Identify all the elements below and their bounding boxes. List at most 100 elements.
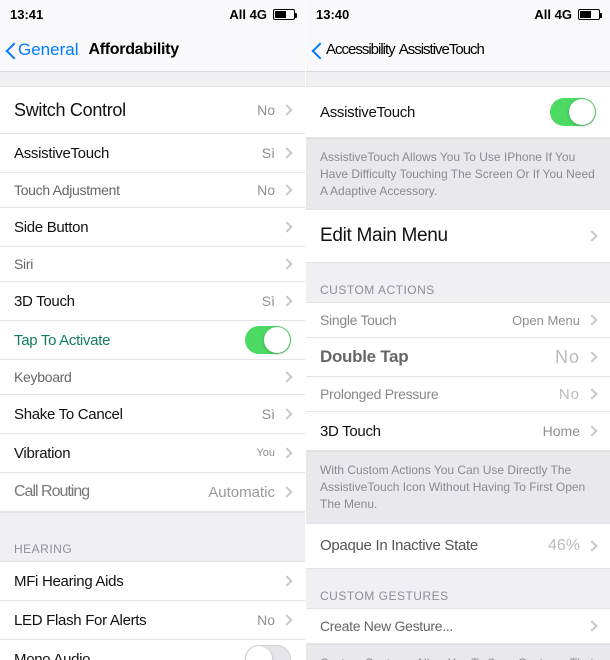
chevron-right-icon (586, 389, 597, 400)
row-keyboard[interactable]: Keyboard (0, 359, 305, 395)
nav-bar: General Affordability (0, 28, 305, 72)
clock: 13:40 (316, 7, 349, 22)
settings-list: AssistiveTouch AssistiveTouch Allows You… (306, 72, 610, 660)
hearing-header: HEARING (0, 530, 305, 562)
label: Vibration (14, 445, 70, 462)
label: Call Routing (14, 483, 89, 501)
label: Single Touch (320, 312, 396, 328)
chevron-right-icon (586, 315, 597, 326)
row-vibration[interactable]: Vibration You (0, 433, 305, 473)
chevron-right-icon (281, 408, 292, 419)
page-title: AssistiveTouch (399, 41, 484, 58)
row-create-gesture[interactable]: Create New Gesture... (306, 608, 610, 644)
chevron-right-icon (281, 614, 292, 625)
battery-icon (273, 9, 295, 20)
label: Opaque In Inactive State (320, 537, 478, 554)
chevron-right-icon (281, 147, 292, 158)
row-led-flash[interactable]: LED Flash For Alerts No (0, 600, 305, 640)
row-mfi-hearing[interactable]: MFi Hearing Aids (0, 561, 305, 601)
label: 3D Touch (320, 423, 381, 440)
clock: 13:41 (10, 7, 43, 22)
row-touch-adjustment[interactable]: Touch Adjustment No (0, 172, 305, 208)
chevron-right-icon (586, 352, 597, 363)
value: Sì (262, 293, 275, 309)
chevron-left-icon (4, 40, 16, 60)
row-3d-touch-action[interactable]: 3D Touch Home (306, 411, 610, 451)
label: Mono Audio (14, 651, 90, 660)
back-label: Accessibility (326, 41, 395, 58)
network-label: All 4G (229, 7, 267, 22)
chevron-right-icon (281, 486, 292, 497)
chevron-right-icon (281, 104, 292, 115)
label: Tap To Activate (14, 332, 110, 349)
back-button[interactable]: General (4, 40, 78, 60)
value: No (257, 612, 275, 628)
value: Sì (262, 406, 275, 422)
chevron-right-icon (281, 258, 292, 269)
value: No (257, 182, 275, 198)
label: LED Flash For Alerts (14, 612, 146, 629)
row-single-touch[interactable]: Single Touch Open Menu (306, 302, 610, 338)
row-prolonged-pressure[interactable]: Prolonged Pressure No (306, 376, 610, 412)
label: AssistiveTouch (320, 104, 415, 121)
label: Siri (14, 256, 33, 272)
row-call-routing[interactable]: Call Routing Automatic (0, 472, 305, 512)
back-button[interactable]: Accessibility (310, 40, 395, 60)
page-title: Affordability (88, 41, 178, 59)
row-tap-to-activate: Tap To Activate (0, 320, 305, 360)
status-bar: 13:40 All 4G (306, 0, 610, 28)
chevron-right-icon (586, 231, 597, 242)
value: Automatic (208, 484, 275, 501)
gestures-note: Custom Gestures Allow You To Save Gestur… (306, 644, 610, 660)
chevron-left-icon (310, 40, 322, 60)
row-assistive-touch-toggle: AssistiveTouch (306, 86, 610, 138)
assistive-note: AssistiveTouch Allows You To Use IPhone … (306, 138, 610, 210)
row-switch-control[interactable]: Switch Control No (0, 86, 305, 134)
mono-audio-toggle[interactable] (245, 645, 291, 660)
actions-note: With Custom Actions You Can Use Directly… (306, 451, 610, 523)
row-shake-to-cancel[interactable]: Shake To Cancel Sì (0, 394, 305, 434)
row-3d-touch[interactable]: 3D Touch Sì (0, 281, 305, 321)
status-bar: 13:41 All 4G (0, 0, 305, 28)
assistive-touch-toggle[interactable] (550, 98, 596, 126)
label: MFi Hearing Aids (14, 573, 123, 590)
label: Shake To Cancel (14, 406, 123, 423)
row-double-tap[interactable]: Double Tap No (306, 337, 610, 377)
custom-actions-header: CUSTOM ACTIONS (306, 263, 610, 303)
chevron-right-icon (586, 540, 597, 551)
chevron-right-icon (281, 371, 292, 382)
row-edit-main-menu[interactable]: Edit Main Menu (306, 209, 610, 263)
label: Touch Adjustment (14, 182, 120, 198)
custom-gestures-header: CUSTOM GESTURES (306, 569, 610, 609)
label: Switch Control (14, 100, 126, 121)
label: Prolonged Pressure (320, 386, 438, 402)
label: 3D Touch (14, 293, 75, 310)
tap-to-activate-toggle[interactable] (245, 326, 291, 354)
chevron-right-icon (281, 221, 292, 232)
chevron-right-icon (586, 426, 597, 437)
left-screen: 13:41 All 4G General Affordability Switc… (0, 0, 305, 660)
chevron-right-icon (281, 295, 292, 306)
value: No (559, 386, 580, 403)
nav-bar: Accessibility AssistiveTouch (306, 28, 610, 72)
label: Create New Gesture... (320, 618, 453, 634)
label: Keyboard (14, 369, 72, 385)
label: Double Tap (320, 347, 408, 367)
value: You (256, 447, 275, 459)
label: Edit Main Menu (320, 225, 448, 247)
row-mono-audio: Mono Audio (0, 639, 305, 660)
value: Sì (262, 145, 275, 161)
chevron-right-icon (281, 575, 292, 586)
row-side-button[interactable]: Side Button (0, 207, 305, 247)
settings-list: Switch Control No AssistiveTouch Sì Touc… (0, 72, 305, 660)
value: Home (543, 423, 580, 439)
label: AssistiveTouch (14, 145, 109, 162)
row-siri[interactable]: Siri (0, 246, 305, 282)
value: Open Menu (512, 313, 580, 328)
row-assistive-touch[interactable]: AssistiveTouch Sì (0, 133, 305, 173)
value: No (257, 102, 275, 118)
chevron-right-icon (586, 620, 597, 631)
row-opaque-inactive[interactable]: Opaque In Inactive State 46% (306, 523, 610, 569)
network-label: All 4G (534, 7, 572, 22)
chevron-right-icon (281, 447, 292, 458)
